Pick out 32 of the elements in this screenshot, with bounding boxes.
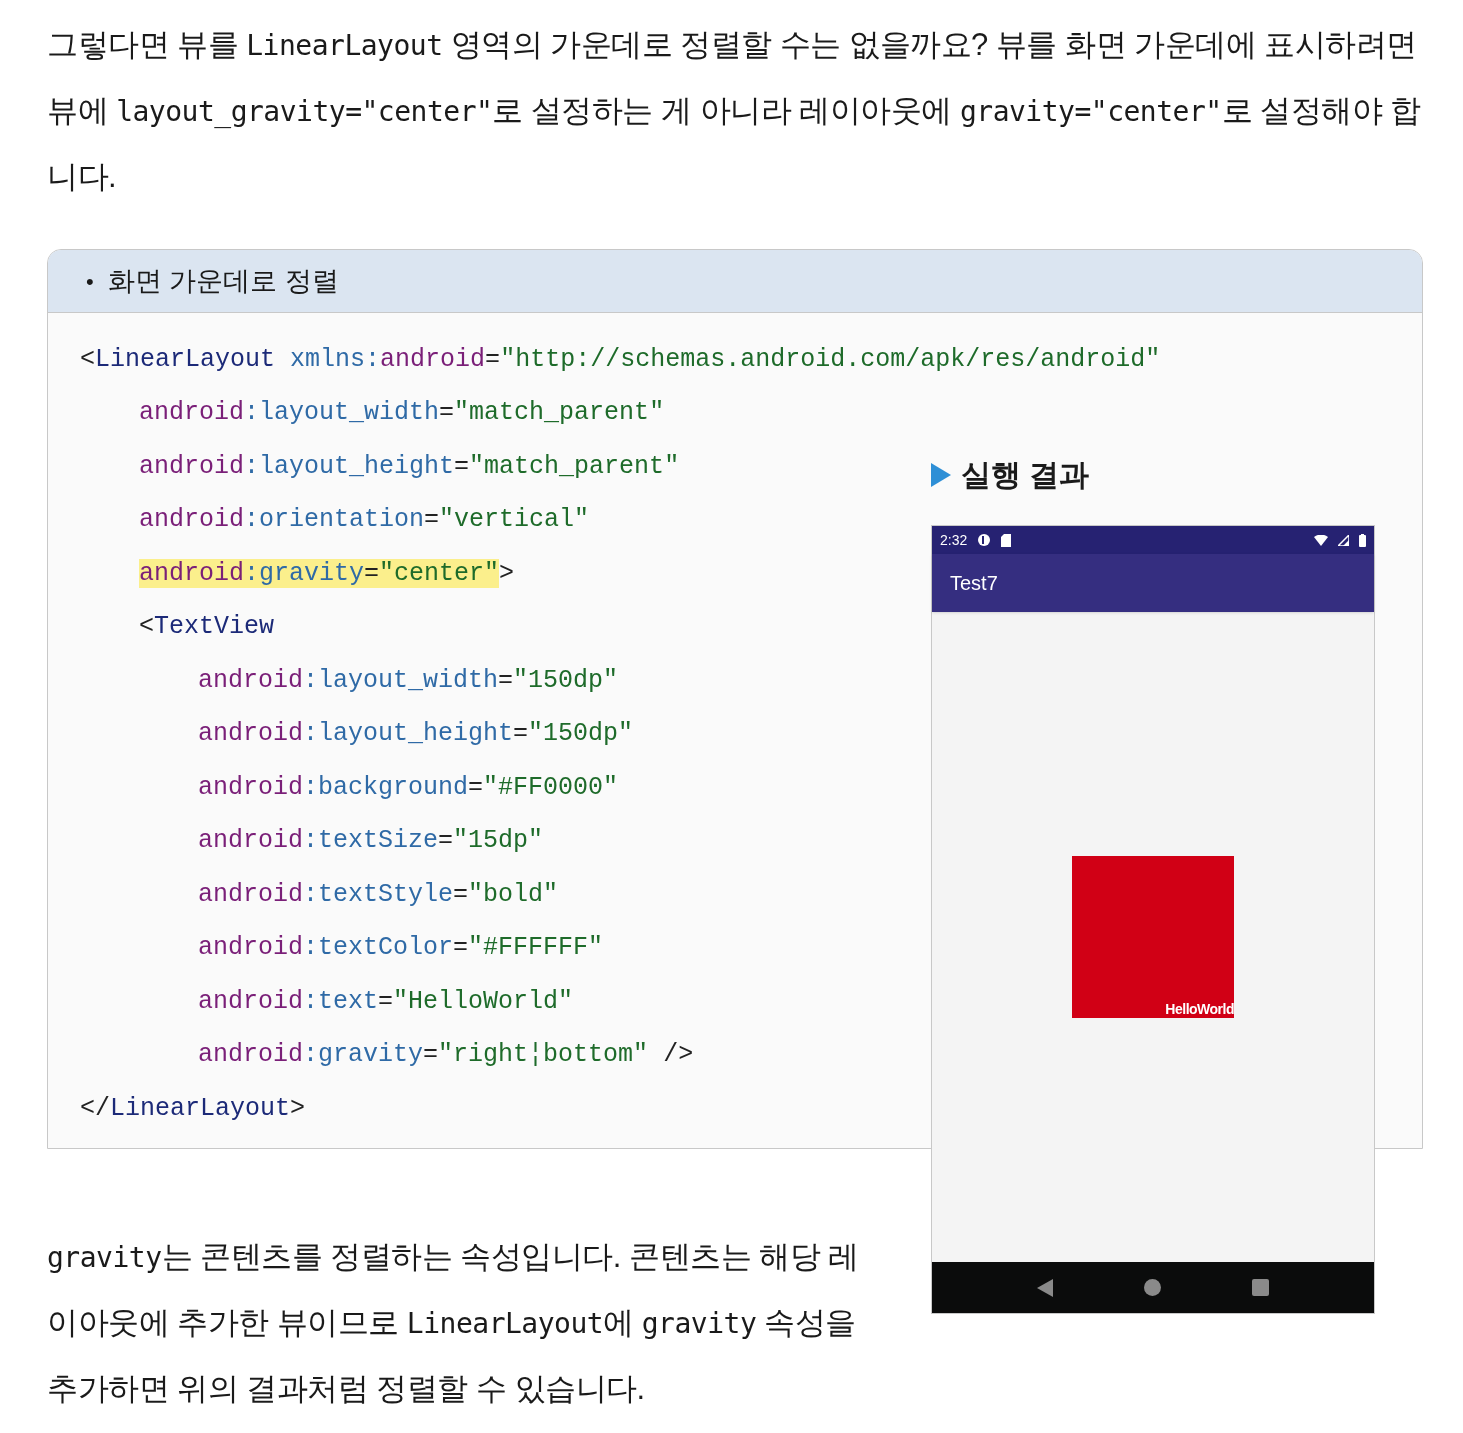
code-line: android:text="HelloWorld" — [198, 985, 574, 1018]
sd-card-icon — [1001, 533, 1012, 547]
code-line: android:layout_width="150dp" — [198, 664, 619, 697]
code-line: android:textSize="15dp" — [198, 825, 544, 858]
back-icon[interactable] — [1037, 1278, 1054, 1297]
wifi-icon — [1314, 534, 1328, 546]
sync-icon — [977, 533, 992, 547]
code-line: android:gravity="center"> — [139, 557, 515, 590]
bullet: • — [86, 267, 94, 296]
code-line: android:textStyle="bold" — [198, 878, 559, 911]
recents-icon[interactable] — [1251, 1279, 1269, 1296]
home-icon[interactable] — [1144, 1279, 1161, 1296]
code-line: android:orientation="vertical" — [139, 504, 590, 537]
code-line: </LinearLayout> — [80, 1092, 306, 1125]
hello-world-text: HelloWorld — [1165, 1000, 1234, 1018]
code-line: android:textColor="#FFFFFF" — [198, 932, 604, 965]
code-line: android:layout_height="150dp" — [198, 718, 634, 751]
result-heading: 실행 결과 — [961, 457, 1090, 493]
status-time: 2:32 — [940, 530, 968, 550]
outro-paragraph: gravity는 콘텐츠를 정렬하는 속성입니다. 콘텐츠는 해당 레이아웃에 추가한 뷰이므로 LinearLayout에 gravity 속성을 추가하면 위의 결과처럼 정렬할 수 있습니다. — [47, 1237, 860, 1408]
battery-icon — [1359, 533, 1366, 547]
code-line: android:layout_height="match_parent" — [139, 450, 680, 483]
triangle-icon — [931, 462, 951, 487]
intro-paragraph: 그렇다면 뷰를 LinearLayout 영역의 가운데로 정렬할 수는 없을까요? 뷰를 화면 가운데에 표시하려면 뷰에 layout_gravity="center"로 설정하는 게 아니라 레이아웃에 gravity="center"로 설정해야 합니다. — [47, 26, 1422, 196]
code-line: android:background="#FF0000" — [198, 771, 619, 804]
code-line: android:layout_width="match_parent" — [139, 397, 665, 430]
code-line: <LinearLayout xmlns:android="http://schemas.android.com/apk/res/android" — [80, 343, 1161, 376]
signal-icon — [1338, 534, 1349, 546]
code-line: <TextView — [139, 611, 275, 644]
code-box-title: 화면 가운데로 정렬 — [107, 264, 339, 298]
code-line: android:gravity="right¦bottom" /> — [198, 1039, 694, 1072]
app-title: Test7 — [950, 571, 998, 596]
